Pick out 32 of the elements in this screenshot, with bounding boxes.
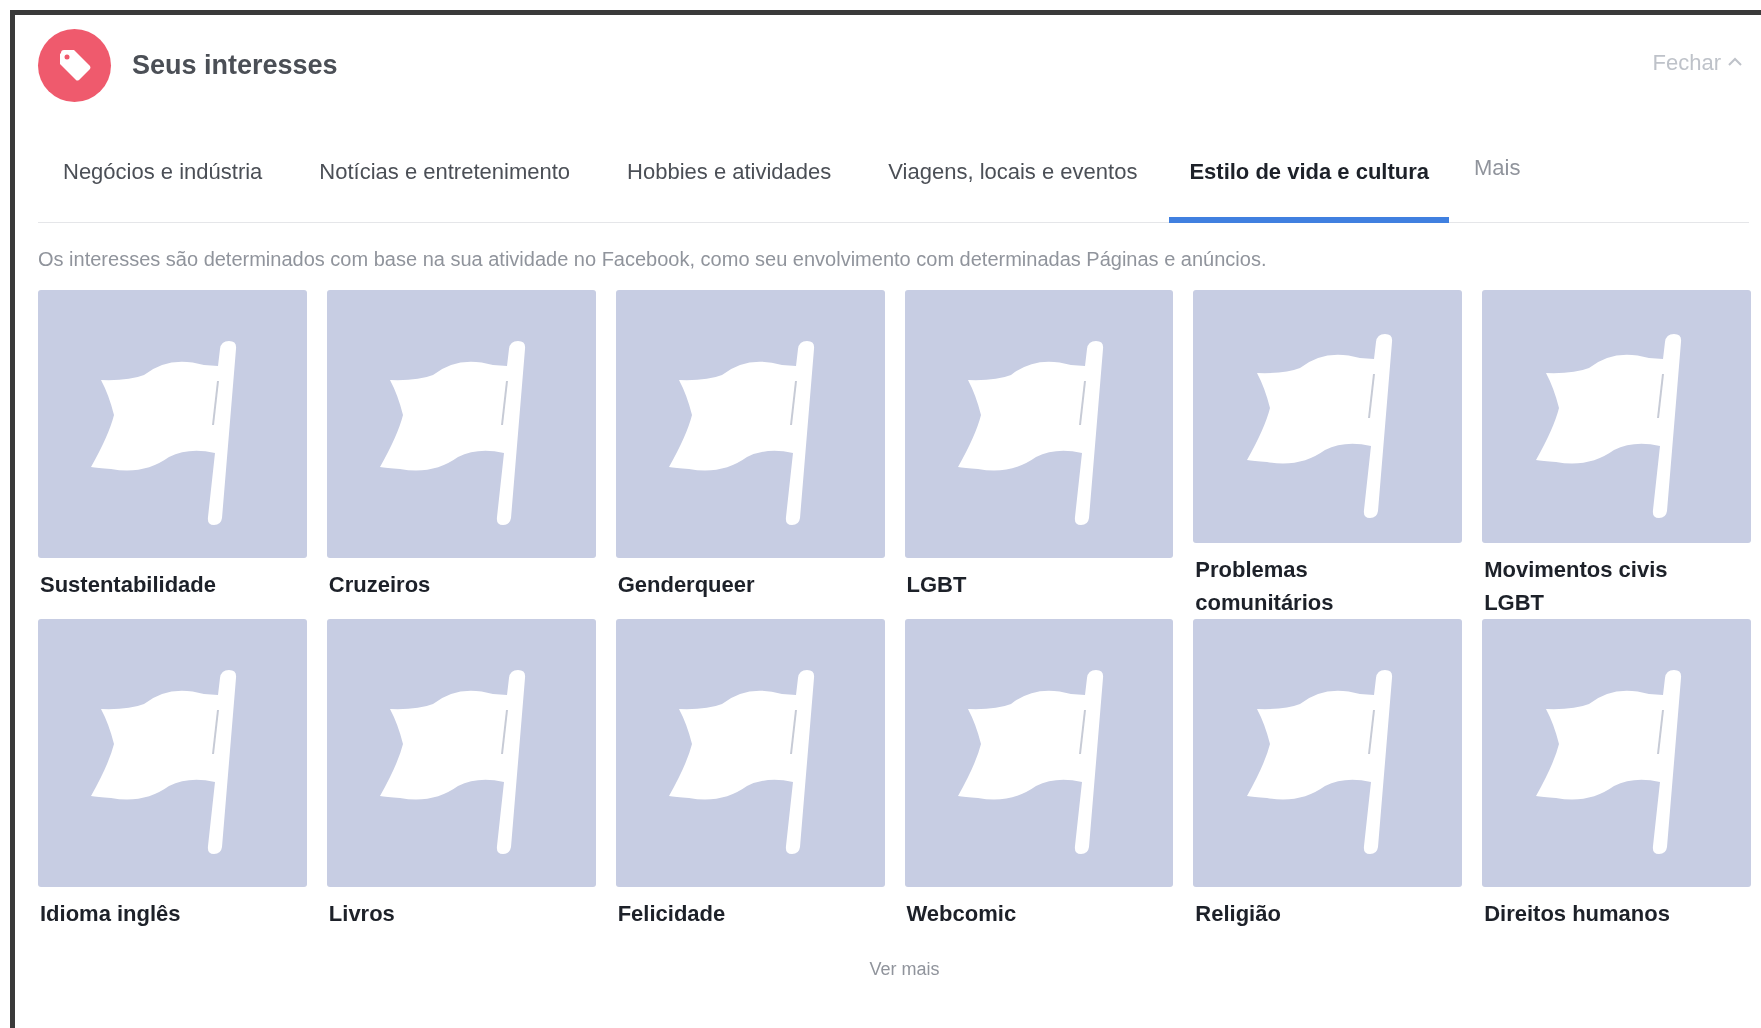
flag-icon[interactable] (904, 619, 1174, 887)
flag-icon[interactable] (1193, 619, 1463, 887)
interest-name[interactable]: Sustentabilidade (38, 568, 307, 601)
interest-name[interactable]: Webcomic (904, 897, 1174, 930)
interest-name[interactable]: Felicidade (615, 897, 885, 930)
interest-name[interactable]: Movimentos civis LGBT (1482, 553, 1751, 619)
flag-icon[interactable] (38, 290, 307, 558)
interest-name[interactable]: Cruzeiros (326, 568, 596, 601)
flag-icon[interactable] (904, 290, 1174, 558)
interest-name[interactable]: Religião (1193, 897, 1463, 930)
interest-name[interactable]: Genderqueer (615, 568, 885, 601)
interest-name[interactable]: Problemas comunitários (1193, 553, 1463, 619)
section-title: Seus interesses (132, 48, 338, 82)
interest-name[interactable]: LGBT (904, 568, 1174, 601)
chevron-up-icon (1727, 57, 1743, 67)
interest-name[interactable]: Idioma inglês (38, 897, 307, 930)
flag-icon[interactable] (1482, 619, 1751, 887)
flag-icon[interactable] (326, 619, 596, 887)
description-text: Os interesses são determinados com base na sua atividade no Facebook, como seu envolvimento com determinadas Páginas e anúncios. (38, 247, 1268, 272)
category-tab[interactable]: Estilo de vida e cultura (1169, 137, 1450, 223)
flag-icon[interactable] (615, 290, 885, 558)
category-tab[interactable]: Negócios e indústria (38, 137, 288, 223)
flag-icon[interactable] (326, 290, 596, 558)
category-tab[interactable]: Viagens, locais e eventos (863, 137, 1163, 223)
flag-icon[interactable] (615, 619, 885, 887)
interest-name[interactable]: Livros (326, 897, 596, 930)
flag-icon[interactable] (1193, 290, 1463, 543)
flag-icon[interactable] (1482, 290, 1751, 543)
flag-icon[interactable] (38, 619, 307, 887)
category-tab[interactable]: Hobbies e atividades (602, 137, 857, 223)
category-tab[interactable]: Notícias e entretenimento (294, 137, 596, 223)
interest-name[interactable]: Direitos humanos (1482, 897, 1751, 930)
